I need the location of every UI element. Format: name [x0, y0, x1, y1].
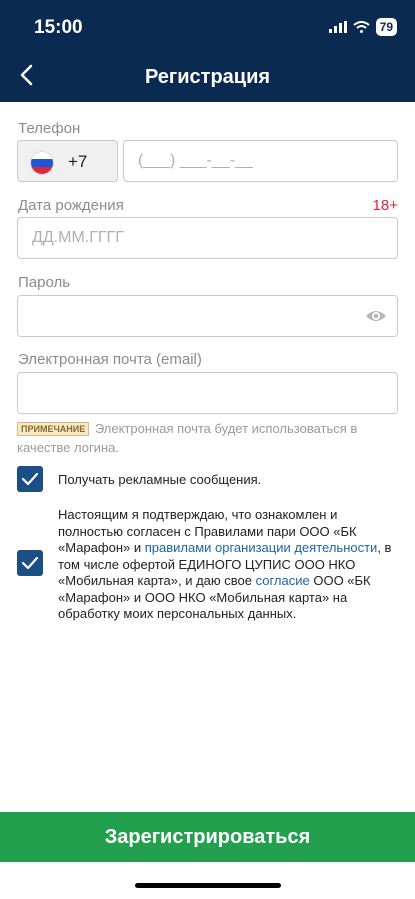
country-code-selector[interactable]: +7 [17, 140, 118, 182]
age-restriction-badge: 18+ [372, 197, 398, 214]
note-badge: ПРИМЕЧАНИЕ [17, 422, 90, 436]
agreement-text: Настоящим я подтверждаю, что ознакомлен … [58, 507, 398, 623]
wifi-icon [353, 21, 370, 33]
signal-icon [328, 21, 347, 33]
email-label: Электронная почта (email) [18, 351, 202, 368]
email-input[interactable] [17, 372, 398, 414]
checkmark-icon [21, 556, 39, 570]
status-icons: 79 [328, 18, 397, 36]
consent-link[interactable]: согласие [256, 573, 310, 588]
email-note: ПРИМЕЧАНИЕ Электронная почта будет испол… [17, 419, 387, 457]
home-indicator [135, 883, 281, 888]
birthdate-input[interactable]: ДД.ММ.ГГГГ [17, 217, 398, 259]
battery-indicator: 79 [375, 18, 397, 36]
status-time: 15:00 [34, 17, 83, 38]
phone-input[interactable]: (___) ___-__-__ [123, 140, 398, 182]
birthdate-label: Дата рождения [18, 197, 124, 214]
page-title: Регистрация [144, 66, 271, 88]
show-password-eye-icon[interactable] [365, 307, 387, 325]
russia-flag-icon [30, 151, 54, 175]
checkmark-icon [21, 472, 39, 486]
app-header: 15:00 79 Регистрация [0, 0, 415, 102]
password-label: Пароль [18, 274, 71, 291]
password-input[interactable] [17, 295, 398, 337]
phone-label: Телефон [18, 120, 81, 137]
agreement-checkbox[interactable] [17, 550, 43, 576]
register-button[interactable]: Зарегистрироваться [0, 812, 415, 862]
country-code: +7 [68, 152, 88, 171]
phone-placeholder: (___) ___-__-__ [138, 152, 253, 169]
ads-checkbox[interactable] [17, 466, 43, 492]
ads-checkbox-label: Получать рекламные сообщения. [58, 472, 262, 487]
birthdate-placeholder: ДД.ММ.ГГГГ [32, 229, 124, 246]
rules-link[interactable]: правилами организации деятельности [145, 540, 378, 555]
